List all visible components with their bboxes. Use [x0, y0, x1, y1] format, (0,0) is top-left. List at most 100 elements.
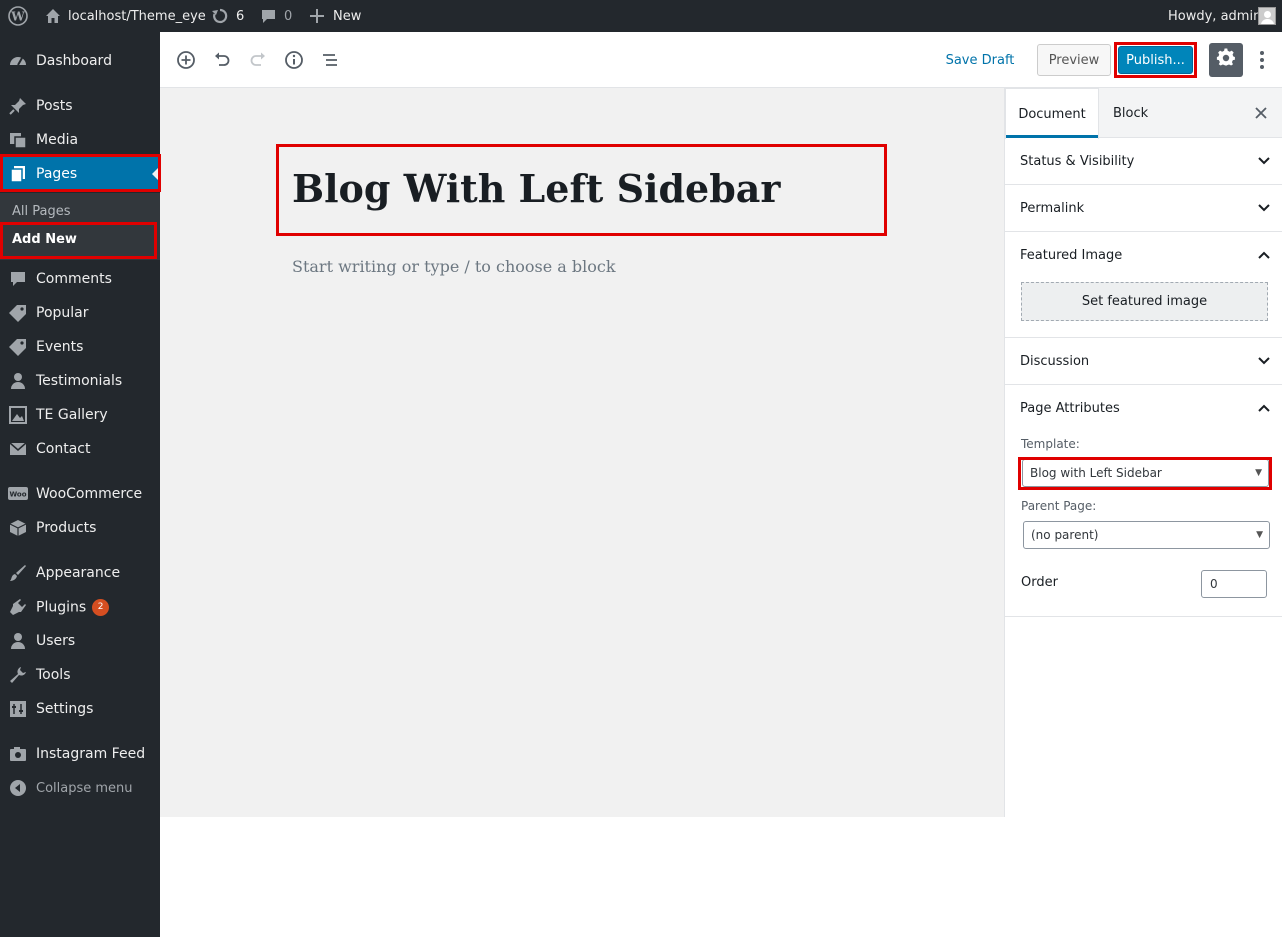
menu-label-text: Plugins — [36, 599, 87, 615]
section-discussion[interactable]: Discussion — [1005, 338, 1282, 385]
menu-label: Products — [36, 520, 97, 536]
chevron-up-icon[interactable] — [1257, 248, 1271, 262]
tag-icon — [8, 303, 28, 323]
plugins-update-badge: 2 — [92, 598, 110, 616]
box-icon — [8, 518, 28, 538]
comment-icon — [8, 269, 28, 289]
menu-label: Instagram Feed — [36, 746, 146, 762]
menu-label: Settings — [36, 701, 94, 717]
panel-tabs: Document Block — [1005, 88, 1282, 139]
menu-popular[interactable]: Popular — [0, 296, 160, 330]
menu-te-gallery[interactable]: TE Gallery — [0, 398, 160, 432]
section-status-visibility[interactable]: Status & Visibility — [1005, 138, 1282, 185]
section-title: Discussion — [1020, 354, 1090, 369]
menu-label: Pages — [36, 166, 78, 182]
post-title[interactable]: Blog With Left Sidebar — [292, 166, 780, 211]
menu-label: Testimonials — [36, 373, 123, 389]
menu-label: Media — [36, 132, 79, 148]
menu-products[interactable]: Products — [0, 511, 160, 545]
undo-icon[interactable] — [210, 48, 234, 72]
menu-appearance[interactable]: Appearance — [0, 556, 160, 590]
updates-count[interactable]: 6 — [236, 0, 244, 32]
wrench-icon — [8, 665, 28, 685]
menu-label: Contact — [36, 441, 91, 457]
publish-button[interactable]: Publish... — [1118, 46, 1193, 74]
chevron-up-icon[interactable] — [1257, 401, 1271, 415]
template-select[interactable]: Blog with Left Sidebar ▼ — [1022, 459, 1269, 487]
redo-icon[interactable] — [246, 48, 270, 72]
howdy-greeting[interactable]: Howdy, admin — [1168, 0, 1261, 32]
menu-events[interactable]: Events — [0, 330, 160, 364]
submenu-add-new[interactable]: Add New — [12, 232, 77, 247]
brush-icon — [8, 563, 28, 583]
menu-pages[interactable]: Pages — [0, 157, 160, 191]
menu-users[interactable]: Users — [0, 624, 160, 658]
set-featured-image-button[interactable]: Set featured image — [1021, 282, 1268, 321]
save-draft-button[interactable]: Save Draft — [940, 46, 1020, 74]
tab-block[interactable]: Block — [1113, 88, 1148, 138]
avatar[interactable] — [1258, 0, 1276, 32]
new-link[interactable]: New — [333, 0, 361, 32]
dashboard-icon — [8, 51, 28, 71]
block-placeholder[interactable]: Start writing or type / to choose a bloc… — [292, 257, 616, 276]
menu-label: TE Gallery — [36, 407, 108, 423]
menu-label: WooCommerce — [36, 486, 143, 502]
user-icon — [8, 371, 28, 391]
menu-label: Comments — [36, 271, 112, 287]
section-title: Permalink — [1020, 201, 1085, 216]
parent-page-label: Parent Page: — [1021, 499, 1097, 513]
parent-page-select-value: (no parent) — [1031, 528, 1099, 542]
site-home-icon[interactable] — [44, 0, 62, 32]
menu-media[interactable]: Media — [0, 123, 160, 157]
wordpress-logo-icon[interactable]: W — [8, 0, 28, 32]
section-title[interactable]: Page Attributes — [1020, 401, 1120, 416]
user-icon — [8, 631, 28, 651]
template-select-value: Blog with Left Sidebar — [1030, 466, 1162, 480]
menu-collapse[interactable]: Collapse menu — [0, 771, 160, 805]
caret-down-icon: ▼ — [1256, 530, 1263, 540]
add-block-icon[interactable] — [174, 48, 198, 72]
section-title: Status & Visibility — [1020, 154, 1135, 169]
menu-dashboard[interactable]: Dashboard — [0, 44, 160, 78]
menu-woocommerce[interactable]: Woo WooCommerce — [0, 477, 160, 511]
info-icon[interactable] — [282, 48, 306, 72]
section-featured-image: Featured Image Set featured image — [1005, 232, 1282, 338]
chevron-down-icon — [1258, 357, 1270, 365]
menu-plugins[interactable]: Plugins 2 — [0, 590, 160, 624]
more-menu-icon[interactable] — [1250, 48, 1274, 72]
section-page-attributes: Page Attributes Template: Blog with Left… — [1005, 385, 1282, 617]
updates-icon[interactable] — [211, 0, 229, 32]
woo-icon: Woo — [8, 484, 28, 504]
section-permalink[interactable]: Permalink — [1005, 185, 1282, 232]
settings-sidebar: Document Block Status & Visibility Perma… — [1004, 88, 1282, 817]
parent-page-select[interactable]: (no parent) ▼ — [1023, 521, 1270, 549]
menu-posts[interactable]: Posts — [0, 89, 160, 123]
close-icon[interactable] — [1255, 88, 1267, 138]
pin-icon — [8, 96, 28, 116]
menu-comments[interactable]: Comments — [0, 262, 160, 296]
tab-document[interactable]: Document — [1005, 88, 1099, 139]
plus-icon[interactable] — [310, 0, 324, 32]
block-navigation-icon[interactable] — [318, 48, 342, 72]
menu-label: Posts — [36, 98, 73, 114]
gallery-icon — [8, 405, 28, 425]
site-name-link[interactable]: localhost/Theme_eye — [68, 0, 206, 32]
order-input[interactable]: 0 — [1201, 570, 1267, 598]
menu-testimonials[interactable]: Testimonials — [0, 364, 160, 398]
comments-count[interactable]: 0 — [284, 0, 292, 32]
menu-tools[interactable]: Tools — [0, 658, 160, 692]
submenu-all-pages[interactable]: All Pages — [12, 204, 71, 219]
mail-icon — [8, 439, 28, 459]
gear-icon — [1216, 48, 1236, 72]
settings-toggle-button[interactable] — [1209, 43, 1243, 77]
media-icon — [8, 130, 28, 150]
order-label: Order — [1021, 575, 1058, 590]
template-label: Template: — [1021, 437, 1080, 451]
section-title[interactable]: Featured Image — [1020, 248, 1122, 263]
preview-button[interactable]: Preview — [1037, 44, 1111, 76]
menu-label: Appearance — [36, 565, 121, 581]
menu-instagram-feed[interactable]: Instagram Feed — [0, 737, 160, 771]
comments-icon[interactable] — [260, 0, 277, 32]
menu-contact[interactable]: Contact — [0, 432, 160, 466]
menu-settings[interactable]: Settings — [0, 692, 160, 726]
